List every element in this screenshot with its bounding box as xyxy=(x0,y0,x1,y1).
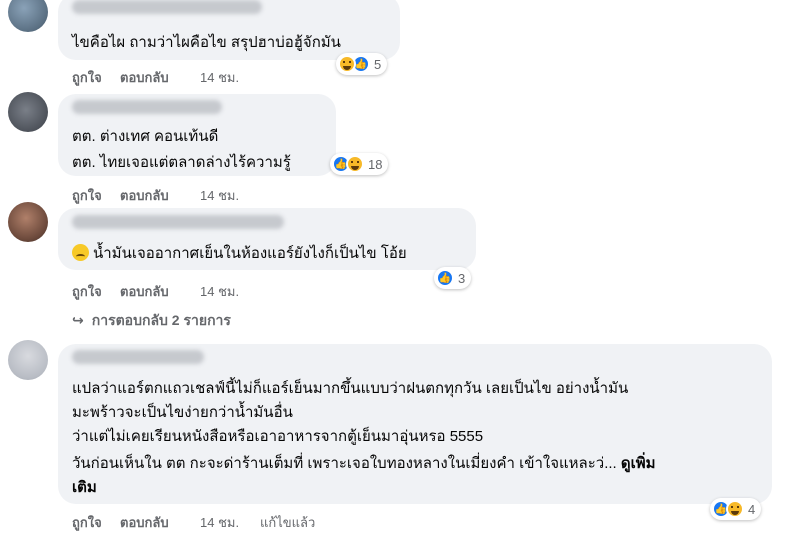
reply-button[interactable]: ตอบกลับ xyxy=(120,512,200,533)
haha-icon xyxy=(346,155,364,173)
reaction-summary[interactable]: 👍 18 xyxy=(330,153,389,175)
comment-actions: ถูกใจ ตอบกลับ 14 ชม. xyxy=(72,185,239,206)
haha-icon xyxy=(726,500,744,518)
comment-text: ตต. ต่างเทศ คอนเท้นดี xyxy=(72,128,219,145)
timestamp[interactable]: 14 ชม. xyxy=(200,185,239,206)
edited-label: แก้ไขแล้ว xyxy=(260,515,316,530)
like-button[interactable]: ถูกใจ xyxy=(72,67,120,88)
reply-button[interactable]: ตอบกลับ xyxy=(120,281,200,302)
reply-button[interactable]: ตอบกลับ xyxy=(120,185,200,206)
like-icon: 👍 xyxy=(436,269,454,287)
reaction-summary[interactable]: 👍 5 xyxy=(336,53,388,75)
crying-face-emoji-icon xyxy=(72,244,89,261)
like-button[interactable]: ถูกใจ xyxy=(72,281,120,302)
reply-arrow-icon: ↪ xyxy=(72,312,84,328)
timestamp[interactable]: 14 ชม. xyxy=(200,512,260,533)
commenter-name-redacted[interactable] xyxy=(72,350,204,364)
comment-actions: ถูกใจ ตอบกลับ 14 ชม. แก้ไขแล้ว xyxy=(72,512,315,533)
comment-text-content: วันก่อนเห็นใน ตต กะจะด่าร้านเต็มที่ เพรา… xyxy=(72,455,621,472)
comment-text: ตต. ไทยเจอแต่ตลาดล่างไร้ความรู้ xyxy=(72,154,291,171)
comment-text-content: น้ำมันเจออากาศเย็นในห้องแอร์ยังไงก็เป็นไ… xyxy=(93,245,407,262)
avatar[interactable] xyxy=(8,340,48,380)
comment-text: แปลว่าแอร์ตกแถวเชลฟ์นี้ไม่ก็แอร์เย็นมากข… xyxy=(72,380,629,397)
commenter-name-redacted[interactable] xyxy=(72,100,222,114)
reaction-count: 3 xyxy=(458,270,466,286)
see-more-link[interactable]: ดูเพิ่ม xyxy=(621,455,656,472)
commenter-name-redacted[interactable] xyxy=(72,0,262,14)
comment-actions: ถูกใจ ตอบกลับ 14 ชม. xyxy=(72,67,239,88)
timestamp[interactable]: 14 ชม. xyxy=(200,281,239,302)
view-replies-label: การตอบกลับ 2 รายการ xyxy=(91,312,231,328)
like-button[interactable]: ถูกใจ xyxy=(72,185,120,206)
comment-bubble xyxy=(58,344,772,504)
like-button[interactable]: ถูกใจ xyxy=(72,512,120,533)
timestamp[interactable]: 14 ชม. xyxy=(200,67,239,88)
avatar[interactable] xyxy=(8,202,48,242)
comment-text: มะพร้าวจะเป็นไขง่ายกว่าน้ำมันอื่น xyxy=(72,404,293,421)
comment-text: น้ำมันเจออากาศเย็นในห้องแอร์ยังไงก็เป็นไ… xyxy=(72,243,407,264)
view-replies-link[interactable]: ↪ การตอบกลับ 2 รายการ xyxy=(72,310,231,332)
reaction-summary[interactable]: 👍 3 xyxy=(434,267,472,289)
haha-icon xyxy=(338,55,356,73)
reaction-count: 4 xyxy=(748,501,756,517)
reply-button[interactable]: ตอบกลับ xyxy=(120,67,200,88)
see-more-link-continued[interactable]: เติม xyxy=(72,477,97,498)
avatar[interactable] xyxy=(8,92,48,132)
comment-text: ว่าแต่ไม่เคยเรียนหนังสือหรือเอาอาหารจากต… xyxy=(72,428,484,445)
reaction-count: 5 xyxy=(374,56,382,72)
comment-text: วันก่อนเห็นใน ตต กะจะด่าร้านเต็มที่ เพรา… xyxy=(72,453,656,474)
reaction-count: 18 xyxy=(368,156,383,172)
avatar[interactable] xyxy=(8,0,48,32)
comment-actions: ถูกใจ ตอบกลับ 14 ชม. xyxy=(72,281,239,302)
reaction-summary[interactable]: 👍 4 xyxy=(710,498,762,520)
comment-text: ไขคือไผ ถามว่าไผคือไข สรุปฮาบ่อฮู้จักมัน xyxy=(72,34,341,51)
commenter-name-redacted[interactable] xyxy=(72,215,284,229)
